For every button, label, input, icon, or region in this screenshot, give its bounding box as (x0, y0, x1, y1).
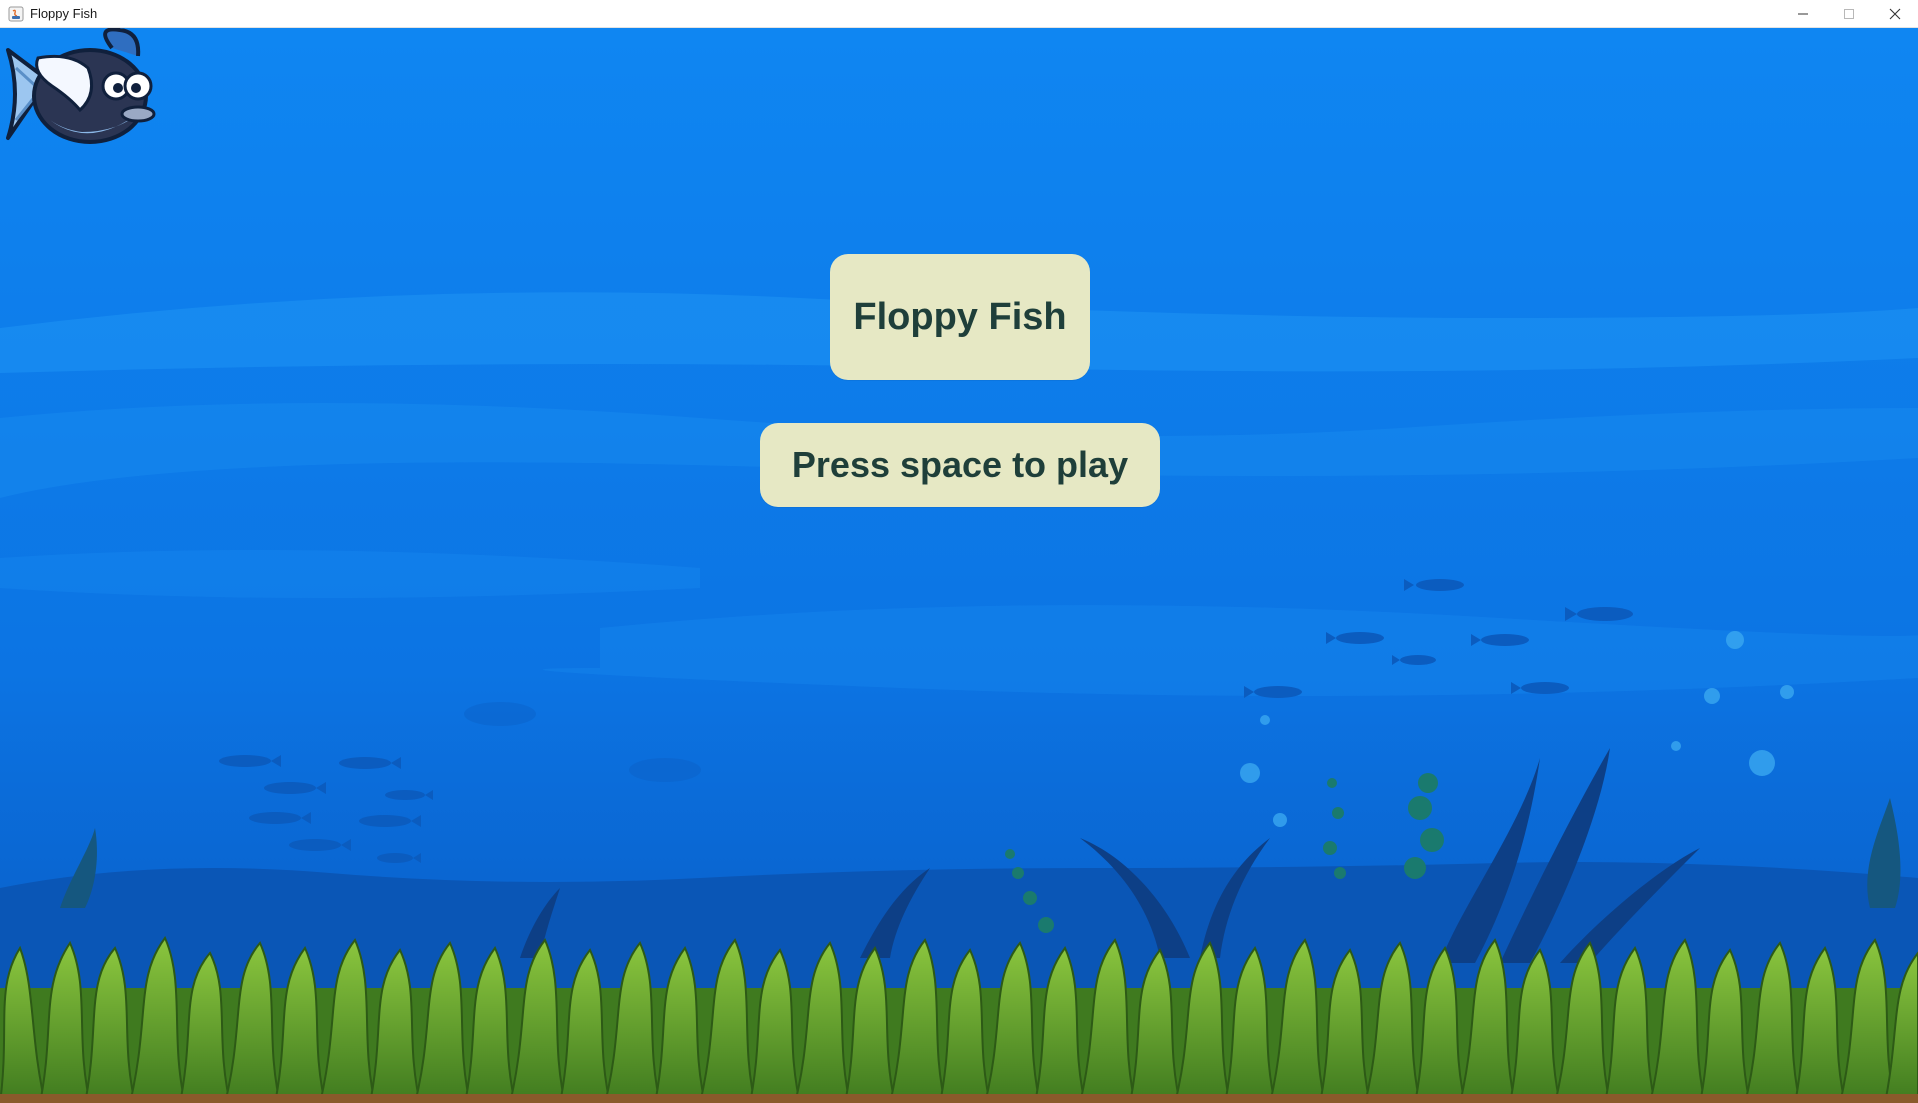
press-space-prompt: Press space to play (760, 423, 1160, 507)
maximize-icon (1844, 8, 1854, 19)
game-title-panel: Floppy Fish (830, 254, 1090, 380)
close-icon (1889, 8, 1901, 19)
game-window: Floppy Fish Floppy Fish Press space to p… (0, 0, 1918, 1103)
minimize-icon (1798, 13, 1808, 14)
underwater-background (0, 28, 1918, 1103)
close-button[interactable] (1872, 0, 1918, 27)
title-bar: Floppy Fish (0, 0, 1918, 28)
java-app-icon (8, 6, 24, 21)
minimize-button[interactable] (1780, 0, 1826, 27)
fish-character (6, 28, 156, 144)
window-title: Floppy Fish (30, 6, 98, 21)
maximize-button[interactable] (1826, 0, 1872, 27)
game-canvas[interactable]: Floppy Fish Press space to play (0, 28, 1918, 1103)
window-controls (1780, 0, 1918, 27)
